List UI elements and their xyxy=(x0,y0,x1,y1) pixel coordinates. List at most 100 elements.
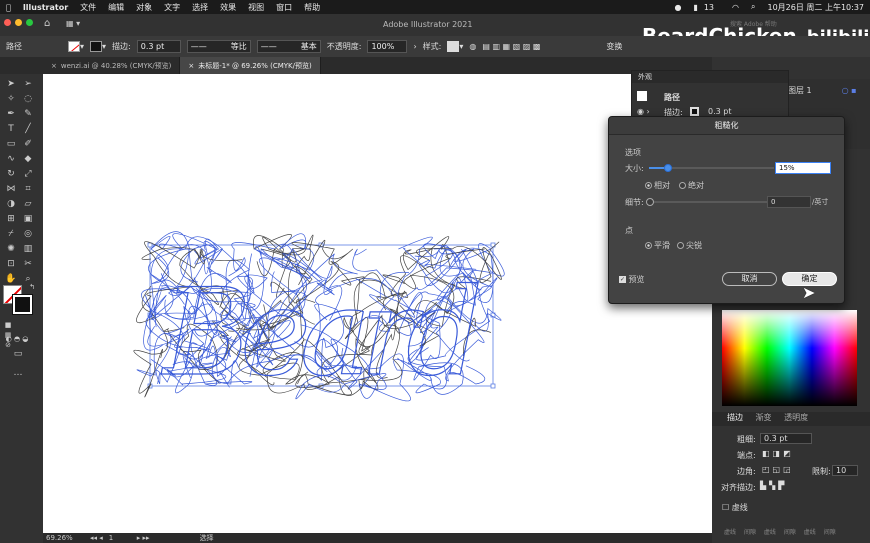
apple-icon[interactable]:  xyxy=(6,3,11,12)
rotate-tool-icon[interactable]: ↻ xyxy=(5,169,17,179)
style-swatch[interactable]: ▾ xyxy=(447,41,463,52)
lasso-icon[interactable]: ◌ xyxy=(22,94,34,104)
search-icon[interactable]: ⌕ xyxy=(751,2,755,12)
wifi-icon[interactable]: ◠ xyxy=(732,3,739,12)
home-icon[interactable]: ⌂ xyxy=(44,18,50,29)
battery-icon[interactable]: ▮ 13 xyxy=(693,3,720,12)
menu-help[interactable]: 帮助 xyxy=(304,2,320,13)
menu-view[interactable]: 视图 xyxy=(248,2,264,13)
cap-buttons[interactable]: ◧◨◩ xyxy=(762,449,794,458)
stroke-color-swatch[interactable] xyxy=(12,294,33,315)
stroke-swatch[interactable]: ▾ xyxy=(90,41,106,52)
gradient-tool-icon[interactable]: ▣ xyxy=(22,214,34,224)
detail-slider[interactable] xyxy=(646,198,767,206)
paintbrush-icon[interactable]: ✐ xyxy=(22,139,34,149)
fill-swatch[interactable]: ▾ xyxy=(68,41,84,52)
eraser-icon[interactable]: ◆ xyxy=(22,154,34,164)
size-slider[interactable] xyxy=(649,164,774,172)
selection-tool-icon[interactable]: ➤ xyxy=(5,79,17,89)
tab-gradient[interactable]: 渐变 xyxy=(756,413,772,422)
size-absolute-radio[interactable]: 绝对 xyxy=(679,180,704,191)
layer-item[interactable]: 图层 1 ○ ▪ xyxy=(788,85,857,96)
appearance-panel: 外观 路径 ◉ › 描边: 0.3 pt xyxy=(631,70,789,120)
menu-edit[interactable]: 编辑 xyxy=(108,2,124,13)
tab-wenzi[interactable]: × wenzi.ai @ 40.28% (CMYK/预览) xyxy=(43,57,181,74)
transform-label[interactable]: 变换 xyxy=(606,41,622,52)
shape-builder-icon[interactable]: ◑ xyxy=(5,199,17,209)
dash-fields[interactable]: 虚线 间隙 虚线 间隙 虚线 间隙 xyxy=(724,527,836,536)
cancel-button[interactable]: 取消 xyxy=(722,272,777,286)
type-tool-icon[interactable]: T xyxy=(5,124,17,134)
record-icon[interactable]: ● xyxy=(674,3,681,12)
corner-radio[interactable]: 尖锐 xyxy=(677,240,702,251)
menu-select[interactable]: 选择 xyxy=(192,2,208,13)
draw-mode-icon[interactable]: ◐ ◓ ◒ xyxy=(2,334,32,344)
align-stroke-buttons[interactable]: ▙▚▛ xyxy=(760,481,787,490)
width-tool-icon[interactable]: ⋈ xyxy=(5,184,17,194)
path-thumbnail xyxy=(637,91,647,101)
detail-unit: /英寸 xyxy=(812,198,829,206)
corner-buttons[interactable]: ◰◱◲ xyxy=(762,465,794,474)
menu-type[interactable]: 文字 xyxy=(164,2,180,13)
menu-effect[interactable]: 效果 xyxy=(220,2,236,13)
smooth-radio[interactable]: 平滑 xyxy=(645,240,670,251)
zoom-window-button[interactable] xyxy=(26,19,33,26)
eye-icon[interactable]: ◉ › xyxy=(637,107,650,116)
stroke-weight-input[interactable]: 0.3 pt xyxy=(136,40,181,53)
eyedropper-icon[interactable]: ⌿ xyxy=(5,229,17,239)
pen-tool-icon[interactable]: ✒ xyxy=(5,109,17,119)
variable-width-profile[interactable]: —— 等比 xyxy=(186,40,251,53)
detail-input[interactable]: 0 xyxy=(767,196,811,208)
menu-window[interactable]: 窗口 xyxy=(276,2,292,13)
tab-stroke[interactable]: 描边 xyxy=(727,413,743,422)
opacity-input[interactable]: 100% xyxy=(367,40,408,53)
mesh-tool-icon[interactable]: ⊞ xyxy=(5,214,17,224)
more-tools-icon[interactable]: … xyxy=(12,368,24,378)
artboard-number[interactable]: 1 xyxy=(109,534,137,542)
dashed-checkbox[interactable]: ☐ 虚线 xyxy=(722,502,748,513)
stroke-weight-field[interactable]: 0.3 pt xyxy=(760,433,812,444)
direct-selection-tool-icon[interactable]: ➢ xyxy=(22,79,34,89)
swap-colors-icon[interactable]: ↰ xyxy=(26,282,38,292)
appearance-stroke-value[interactable]: 0.3 pt xyxy=(708,107,731,116)
slice-tool-icon[interactable]: ✂ xyxy=(22,259,34,269)
free-transform-icon[interactable]: ⌗ xyxy=(22,184,34,194)
size-input[interactable]: 15% xyxy=(775,162,831,174)
curvature-tool-icon[interactable]: ✎ xyxy=(22,109,34,119)
brush-definition[interactable]: —— 基本 xyxy=(256,40,321,53)
minimize-window-button[interactable] xyxy=(15,19,22,26)
recolor-icon[interactable]: ◍ xyxy=(469,42,476,51)
chevron-right-icon[interactable]: › xyxy=(413,42,416,51)
shaper-tool-icon[interactable]: ∿ xyxy=(5,154,17,164)
color-mode-icon[interactable]: ■ ▦ ⊘ xyxy=(2,320,14,349)
appearance-title: 外观 xyxy=(632,71,788,83)
symbol-sprayer-icon[interactable]: ✺ xyxy=(5,244,17,254)
tab-untitled[interactable]: × 未标题-1* @ 69.26% (CMYK/预览) xyxy=(180,57,321,74)
rectangle-tool-icon[interactable]: ▭ xyxy=(5,139,17,149)
object-type: 路径 xyxy=(6,42,22,51)
menu-file[interactable]: 文件 xyxy=(80,2,96,13)
zoom-level[interactable]: 69.26% xyxy=(46,534,82,542)
hand-tool-icon[interactable]: ✋ xyxy=(5,274,17,284)
clock[interactable]: 10月26日 周二 上午10:37 xyxy=(768,2,865,13)
align-icons[interactable]: ▤ ▥ ▦ ▧ ▨ ▩ xyxy=(482,42,540,51)
color-spectrum[interactable] xyxy=(722,310,857,406)
perspective-icon[interactable]: ▱ xyxy=(22,199,34,209)
scale-tool-icon[interactable]: ⤢ xyxy=(22,169,34,179)
line-tool-icon[interactable]: ╱ xyxy=(22,124,34,134)
artboard-tool-icon[interactable]: ⊡ xyxy=(5,259,17,269)
blend-tool-icon[interactable]: ◎ xyxy=(22,229,34,239)
tab-transparency[interactable]: 透明度 xyxy=(784,413,808,422)
magic-wand-icon[interactable]: ✧ xyxy=(5,94,17,104)
workspace-switcher-icon[interactable]: ▦ ▾ xyxy=(66,19,80,28)
menu-object[interactable]: 对象 xyxy=(136,2,152,13)
graph-tool-icon[interactable]: ▥ xyxy=(22,244,34,254)
window-title: Adobe Illustrator 2021 xyxy=(383,20,473,29)
appearance-stroke-swatch[interactable] xyxy=(690,107,699,116)
size-relative-radio[interactable]: 相对 xyxy=(645,180,670,191)
screen-mode-icon[interactable]: ▭ xyxy=(12,349,24,359)
close-window-button[interactable] xyxy=(4,19,11,26)
preview-checkbox[interactable]: ✓ 预览 xyxy=(619,274,645,285)
limit-field[interactable]: 10 xyxy=(832,465,858,476)
app-name[interactable]: Illustrator xyxy=(23,3,68,12)
